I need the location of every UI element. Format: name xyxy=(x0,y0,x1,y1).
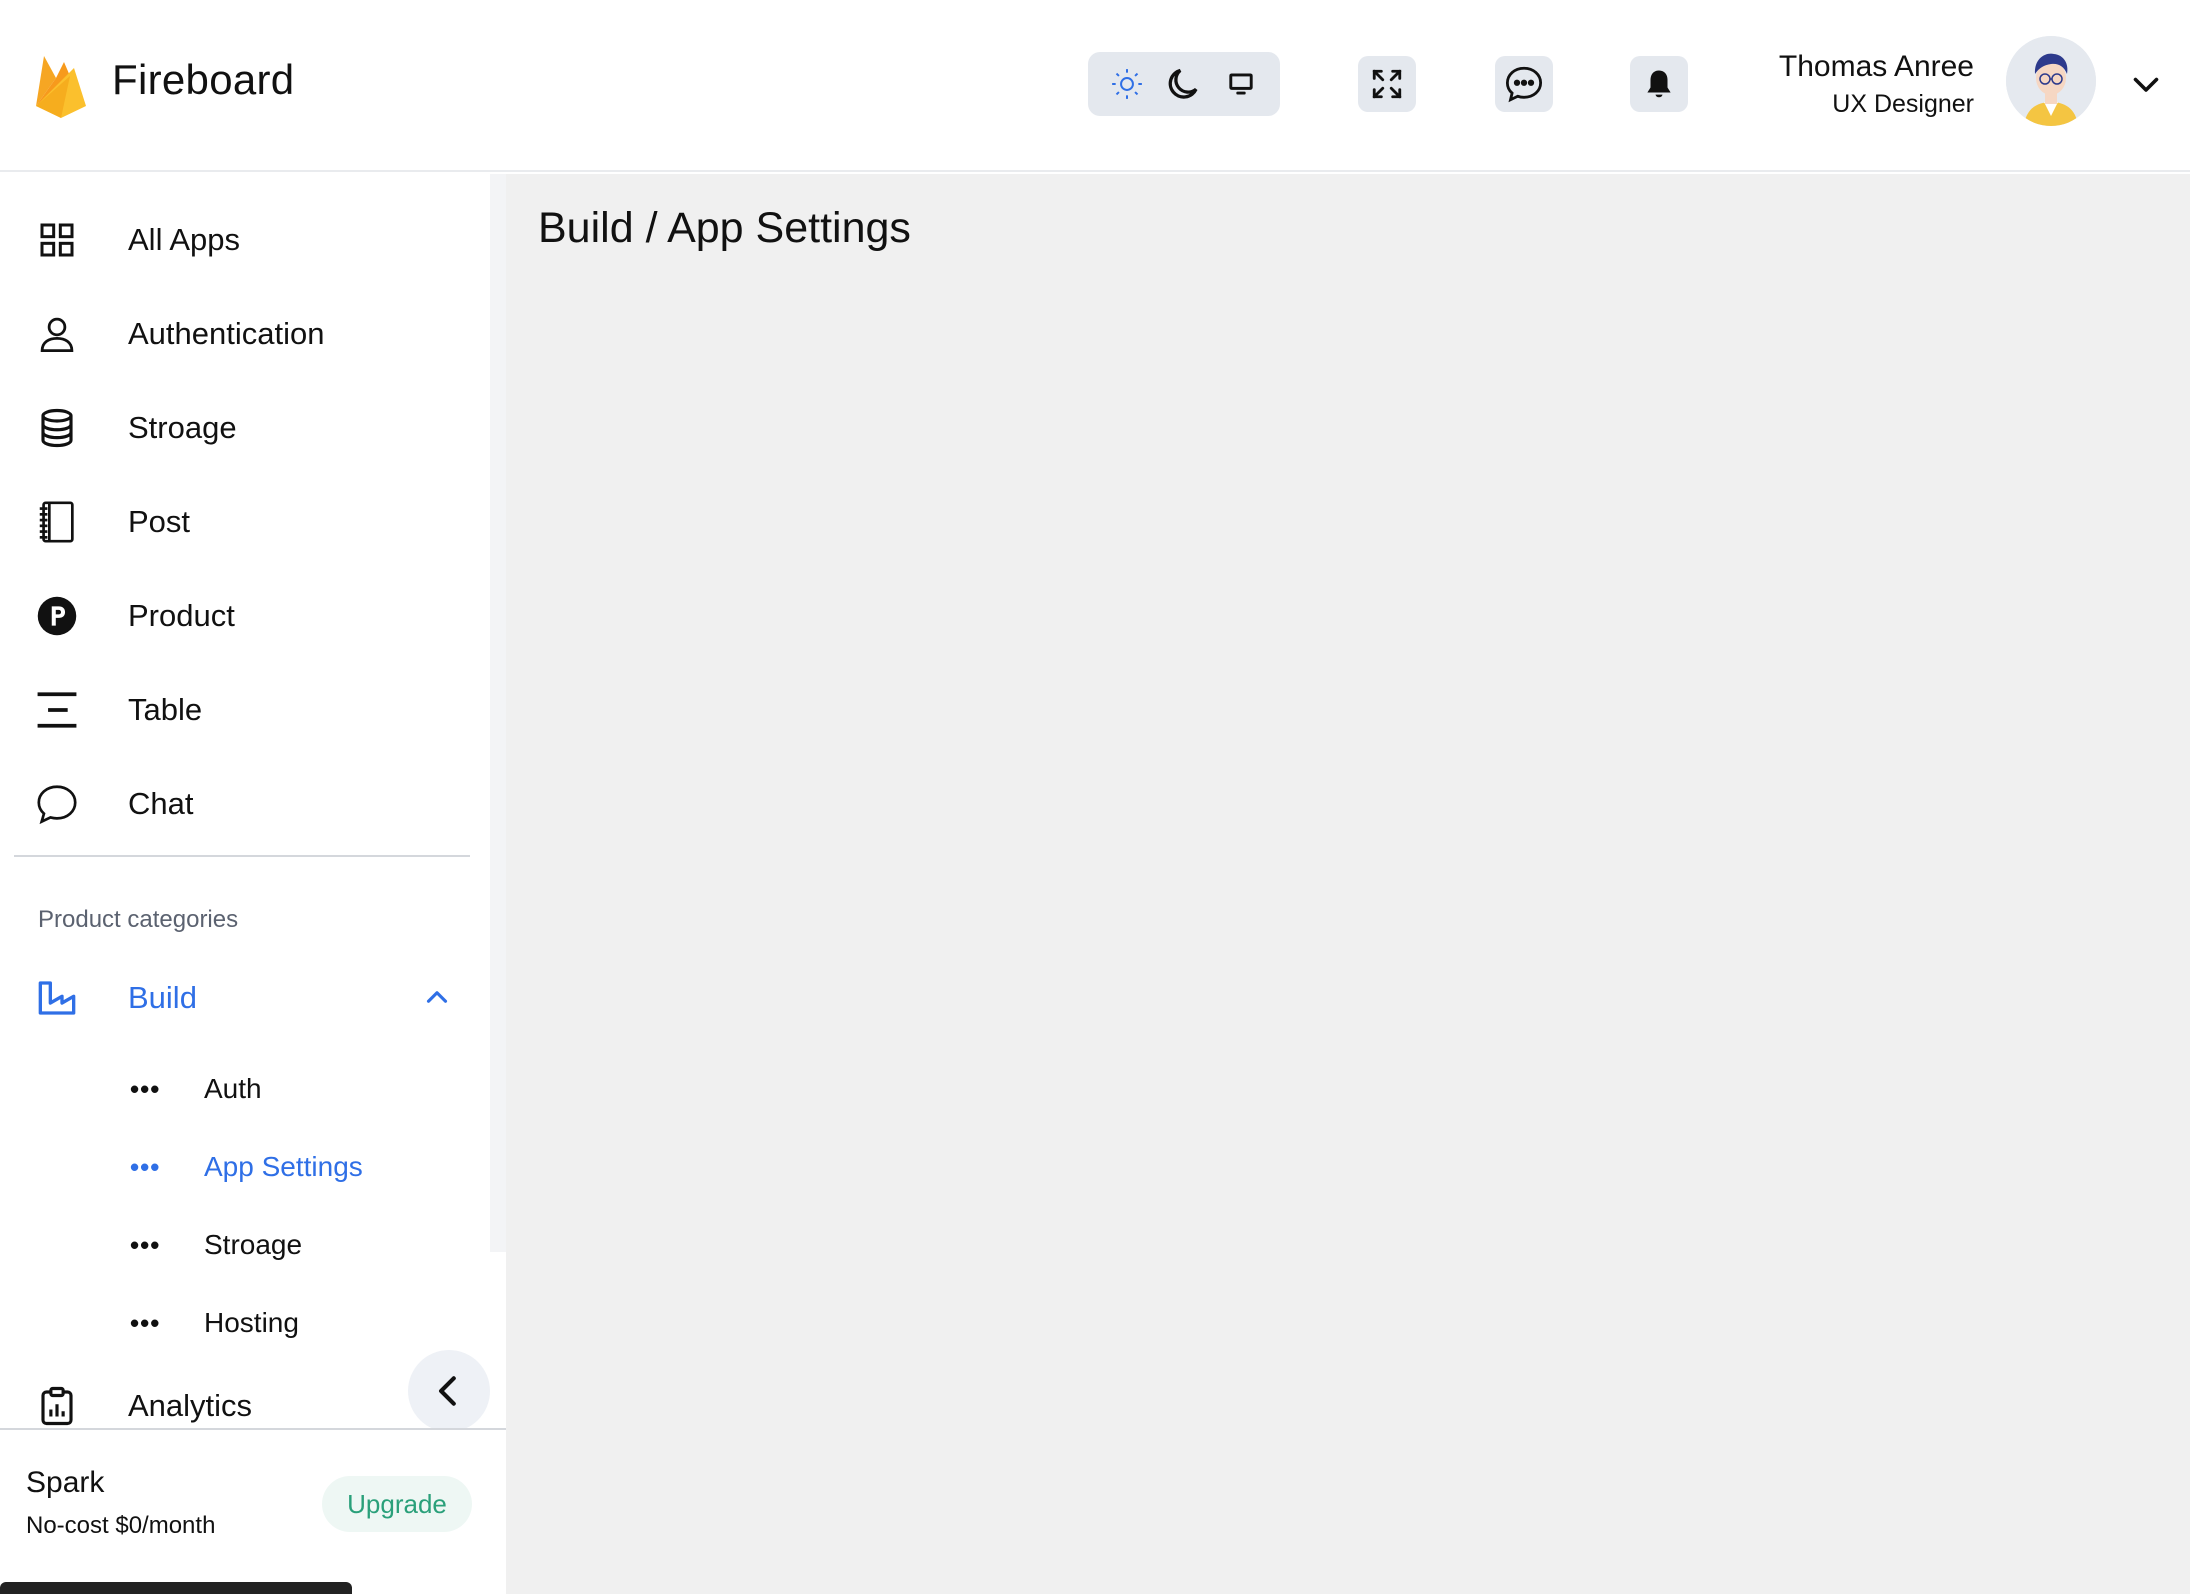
bell-icon xyxy=(1647,70,1671,98)
user-name: Thomas Anree xyxy=(1778,50,1974,83)
sidebar-item-stroage[interactable]: Stroage xyxy=(0,388,480,468)
sidebar-item-authentication[interactable]: Authentication xyxy=(0,294,480,374)
chevron-up-icon[interactable] xyxy=(420,980,454,1014)
chat-icon xyxy=(34,781,80,827)
main-content: Build / App Settings xyxy=(506,174,2190,1594)
dots-icon: ••• xyxy=(130,1229,161,1260)
section-title: Product categories xyxy=(38,906,239,933)
sidebar-item-label: Table xyxy=(128,692,203,727)
sidebar-item-table[interactable]: Table xyxy=(0,670,480,750)
user-icon xyxy=(34,311,80,357)
dark-theme-button[interactable] xyxy=(1160,60,1208,108)
notifications-button[interactable] xyxy=(1630,56,1688,112)
bottom-scroll-handle[interactable] xyxy=(0,1582,352,1594)
collapse-sidebar-button[interactable] xyxy=(408,1350,490,1432)
sidebar-subitem-auth[interactable]: ••• Auth xyxy=(0,1058,480,1120)
sidebar-scrollbar[interactable] xyxy=(490,174,506,1252)
chevron-left-icon xyxy=(439,1376,456,1406)
notebook-icon xyxy=(34,499,80,545)
sidebar-item-build[interactable]: Build xyxy=(0,958,480,1038)
messages-button[interactable] xyxy=(1495,56,1553,112)
light-theme-button[interactable] xyxy=(1103,60,1151,108)
build-icon xyxy=(34,975,80,1021)
plan-name: Spark xyxy=(26,1466,105,1499)
breadcrumb: Build / App Settings xyxy=(538,204,911,252)
sidebar-item-product[interactable]: Product xyxy=(0,576,480,656)
plan-price: No-cost $0/month xyxy=(26,1512,216,1539)
dots-icon: ••• xyxy=(130,1073,161,1104)
sidebar-item-label: Product xyxy=(128,598,235,633)
monitor-icon xyxy=(1229,73,1253,95)
sidebar-item-post[interactable]: Post xyxy=(0,482,480,562)
sidebar-item-chat[interactable]: Chat xyxy=(0,764,480,844)
table-icon xyxy=(34,687,80,733)
sidebar-item-label: All Apps xyxy=(128,222,241,257)
database-icon xyxy=(34,405,80,451)
plan-card: Spark No-cost $0/month Upgrade xyxy=(0,1428,506,1576)
sidebar-subitem-hosting[interactable]: ••• Hosting xyxy=(0,1292,480,1354)
fullscreen-icon xyxy=(1372,69,1402,99)
sidebar-item-label: Post xyxy=(128,504,191,539)
user-role: UX Designer xyxy=(1832,90,1974,118)
theme-switcher xyxy=(1088,52,1280,116)
product-p-icon xyxy=(34,593,80,639)
top-header: Fireboard Thomas Anree UX Designer xyxy=(0,0,2190,172)
sidebar-item-label: Build xyxy=(128,980,197,1015)
chevron-down-icon[interactable] xyxy=(2128,66,2164,102)
sidebar-subitem-label: App Settings xyxy=(204,1151,363,1182)
sidebar-divider xyxy=(14,855,470,857)
sidebar-subitem-label: Stroage xyxy=(204,1229,303,1260)
sidebar-subitem-stroage[interactable]: ••• Stroage xyxy=(0,1214,480,1276)
sidebar-item-label: Stroage xyxy=(128,410,237,445)
sun-icon xyxy=(1111,69,1142,99)
sidebar-subitem-label: Auth xyxy=(204,1073,262,1104)
sidebar-item-label: Analytics xyxy=(128,1388,253,1423)
sidebar-subitem-label: Hosting xyxy=(204,1307,299,1338)
sidebar-item-label: Authentication xyxy=(128,316,325,351)
app-name: Fireboard xyxy=(112,56,295,103)
upgrade-button[interactable]: Upgrade xyxy=(322,1476,472,1532)
grid-icon xyxy=(34,217,80,263)
system-theme-button[interactable] xyxy=(1217,60,1265,108)
dots-icon: ••• xyxy=(130,1151,161,1182)
fullscreen-button[interactable] xyxy=(1358,56,1416,112)
user-avatar-icon xyxy=(2006,36,2096,126)
avatar[interactable] xyxy=(2006,36,2096,126)
sidebar-subitem-app-settings[interactable]: ••• App Settings xyxy=(0,1136,480,1198)
chat-bubble-icon xyxy=(1505,66,1543,103)
dots-icon: ••• xyxy=(130,1307,161,1338)
sidebar-item-all-apps[interactable]: All Apps xyxy=(0,200,480,280)
sidebar-item-label: Chat xyxy=(128,786,194,821)
firebase-logo-icon xyxy=(36,56,86,118)
moon-icon xyxy=(1168,68,1198,99)
clipboard-chart-icon xyxy=(34,1383,80,1429)
